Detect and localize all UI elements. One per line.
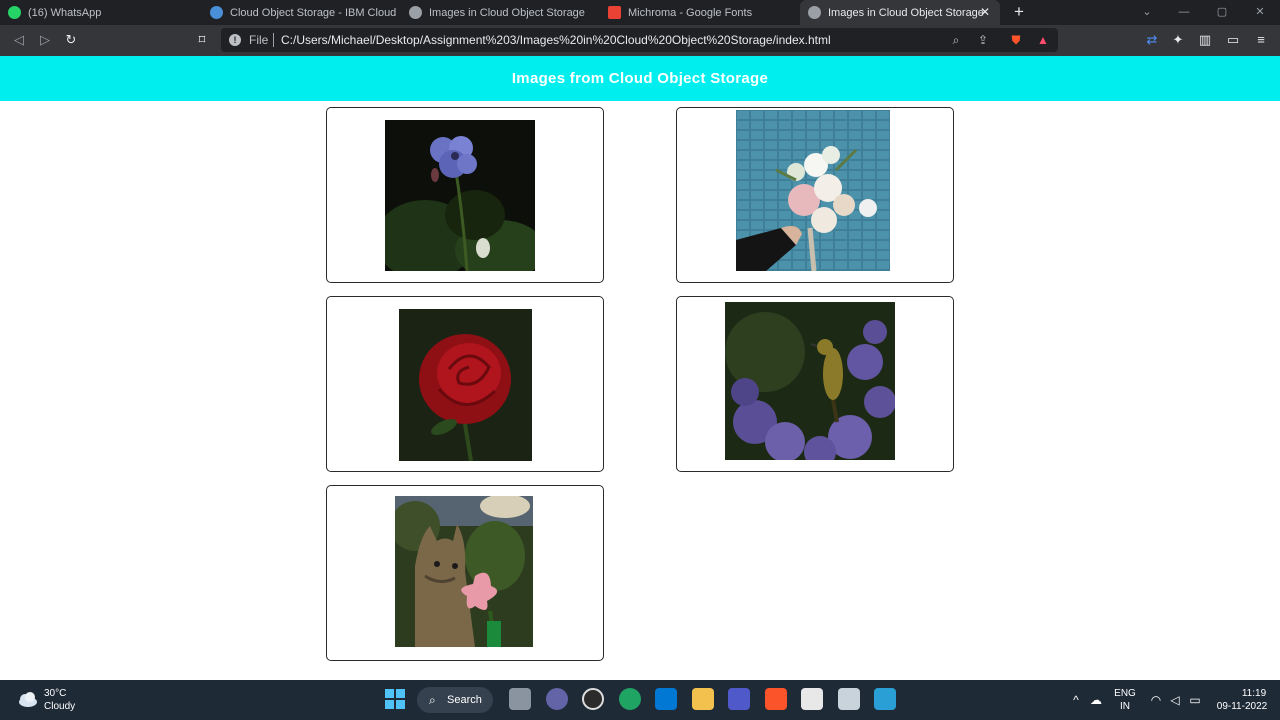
language-line2[interactable]: IN xyxy=(1112,701,1138,712)
sidebar-icon[interactable]: ▥ xyxy=(1196,31,1214,49)
clock-time[interactable]: 11:19 xyxy=(1236,688,1272,699)
reload-button[interactable]: ↻ xyxy=(62,31,80,49)
purple-flower-image xyxy=(385,120,535,271)
teams-chat-icon[interactable] xyxy=(546,688,568,710)
browser-tab-strip: (16) WhatsApp Cloud Object Storage - IBM… xyxy=(0,0,1280,25)
brave-shield-icon[interactable]: ⛊ xyxy=(1008,32,1024,48)
address-bar[interactable]: ! File C:/Users/Michael/Desktop/Assignme… xyxy=(221,28,1058,52)
image-card xyxy=(676,107,954,283)
new-tab-button[interactable]: + xyxy=(1009,2,1029,22)
globe-icon xyxy=(808,6,821,19)
file-explorer-icon[interactable] xyxy=(692,688,714,710)
photos-icon[interactable] xyxy=(874,688,896,710)
mail-icon[interactable] xyxy=(655,688,677,710)
weather-condition[interactable]: Cloudy xyxy=(44,701,75,712)
back-button[interactable]: ◁ xyxy=(10,31,28,49)
url-text[interactable]: C:/Users/Michael/Desktop/Assignment%203/… xyxy=(281,33,831,47)
teams-icon[interactable] xyxy=(728,688,750,710)
minimize-button[interactable]: — xyxy=(1176,4,1192,20)
whatsapp-icon xyxy=(8,6,21,19)
forward-button[interactable]: ▷ xyxy=(36,31,54,49)
wallet-icon[interactable]: ▭ xyxy=(1224,31,1242,49)
language-line1[interactable]: ENG xyxy=(1112,688,1138,699)
share-icon[interactable]: ⇪ xyxy=(975,32,991,48)
page-title: Images from Cloud Object Storage xyxy=(511,70,769,87)
tab-google-fonts[interactable]: Michroma - Google Fonts xyxy=(608,0,796,25)
battery-icon[interactable]: ▭ xyxy=(1187,692,1203,708)
windows-start-icon[interactable] xyxy=(384,688,406,710)
maximize-button[interactable]: ▢ xyxy=(1214,4,1230,20)
cloud-icon xyxy=(19,692,37,707)
brave-rewards-icon[interactable]: ▲ xyxy=(1035,32,1051,48)
image-card xyxy=(326,107,604,283)
extensions-icon[interactable]: ✦ xyxy=(1169,31,1187,49)
task-view-icon[interactable] xyxy=(509,688,531,710)
tab-title: Michroma - Google Fonts xyxy=(628,6,753,19)
zoom-icon[interactable]: ⌕ xyxy=(948,32,964,48)
search-label: Search xyxy=(447,694,482,706)
tab-title: (16) WhatsApp xyxy=(28,6,102,19)
tab-images-cloud-active[interactable]: Images in Cloud Object Storage ✕ xyxy=(800,0,1000,25)
bird-on-flowers-image xyxy=(725,302,895,460)
cat-with-flower-image xyxy=(395,496,533,647)
browser-toolbar: ◁ ▷ ↻ ⌑ ! File C:/Users/Michael/Desktop/… xyxy=(0,25,1280,56)
image-card xyxy=(326,296,604,472)
chevron-up-icon[interactable]: ^ xyxy=(1068,692,1084,708)
tab-images-cloud[interactable]: Images in Cloud Object Storage xyxy=(409,0,597,25)
taskbar-search-button[interactable]: ⌕ Search xyxy=(417,687,493,713)
tab-whatsapp[interactable]: (16) WhatsApp xyxy=(8,0,198,25)
ibm-cloud-icon xyxy=(210,6,223,19)
tab-ibm-cloud[interactable]: Cloud Object Storage - IBM Cloud xyxy=(210,0,398,25)
search-icon: ⌕ xyxy=(429,693,436,707)
taskbar: 30°C Cloudy ⌕ Search ^ ☁ ENG IN ◠ ◁ ▭ 11… xyxy=(0,680,1280,720)
flower-bouquet-image xyxy=(736,110,890,271)
volume-icon[interactable]: ◁ xyxy=(1167,692,1183,708)
tab-title: Images in Cloud Object Storage xyxy=(828,6,984,19)
clock-date[interactable]: 09-11-2022 xyxy=(1212,701,1272,712)
image-card xyxy=(676,296,954,472)
tab-title: Images in Cloud Object Storage xyxy=(429,6,585,19)
scheme-label: File xyxy=(249,33,269,47)
globe-icon xyxy=(409,6,422,19)
wifi-icon[interactable]: ◠ xyxy=(1148,692,1164,708)
brave-icon[interactable] xyxy=(765,688,787,710)
chevron-down-icon[interactable]: ⌄ xyxy=(1139,4,1155,20)
divider xyxy=(273,33,274,47)
page-header: Images from Cloud Object Storage xyxy=(0,56,1280,101)
red-rose-image xyxy=(399,309,532,461)
bookmark-icon[interactable]: ⌑ xyxy=(193,31,211,49)
image-card xyxy=(326,485,604,661)
edge-icon[interactable] xyxy=(619,688,641,710)
notion-icon[interactable] xyxy=(801,688,823,710)
tab-title: Cloud Object Storage - IBM Cloud xyxy=(230,6,397,19)
menu-icon[interactable]: ≡ xyxy=(1252,31,1270,49)
weather-temperature[interactable]: 30°C xyxy=(44,688,66,699)
translate-icon[interactable]: ⇄ xyxy=(1143,31,1161,49)
onedrive-icon[interactable]: ☁ xyxy=(1088,692,1104,708)
info-icon[interactable]: ! xyxy=(229,34,241,46)
dell-icon[interactable] xyxy=(582,688,604,710)
snipping-tool-icon[interactable] xyxy=(838,688,860,710)
google-fonts-icon xyxy=(608,6,621,19)
close-window-button[interactable]: ✕ xyxy=(1252,4,1268,20)
close-icon[interactable]: ✕ xyxy=(978,5,992,19)
